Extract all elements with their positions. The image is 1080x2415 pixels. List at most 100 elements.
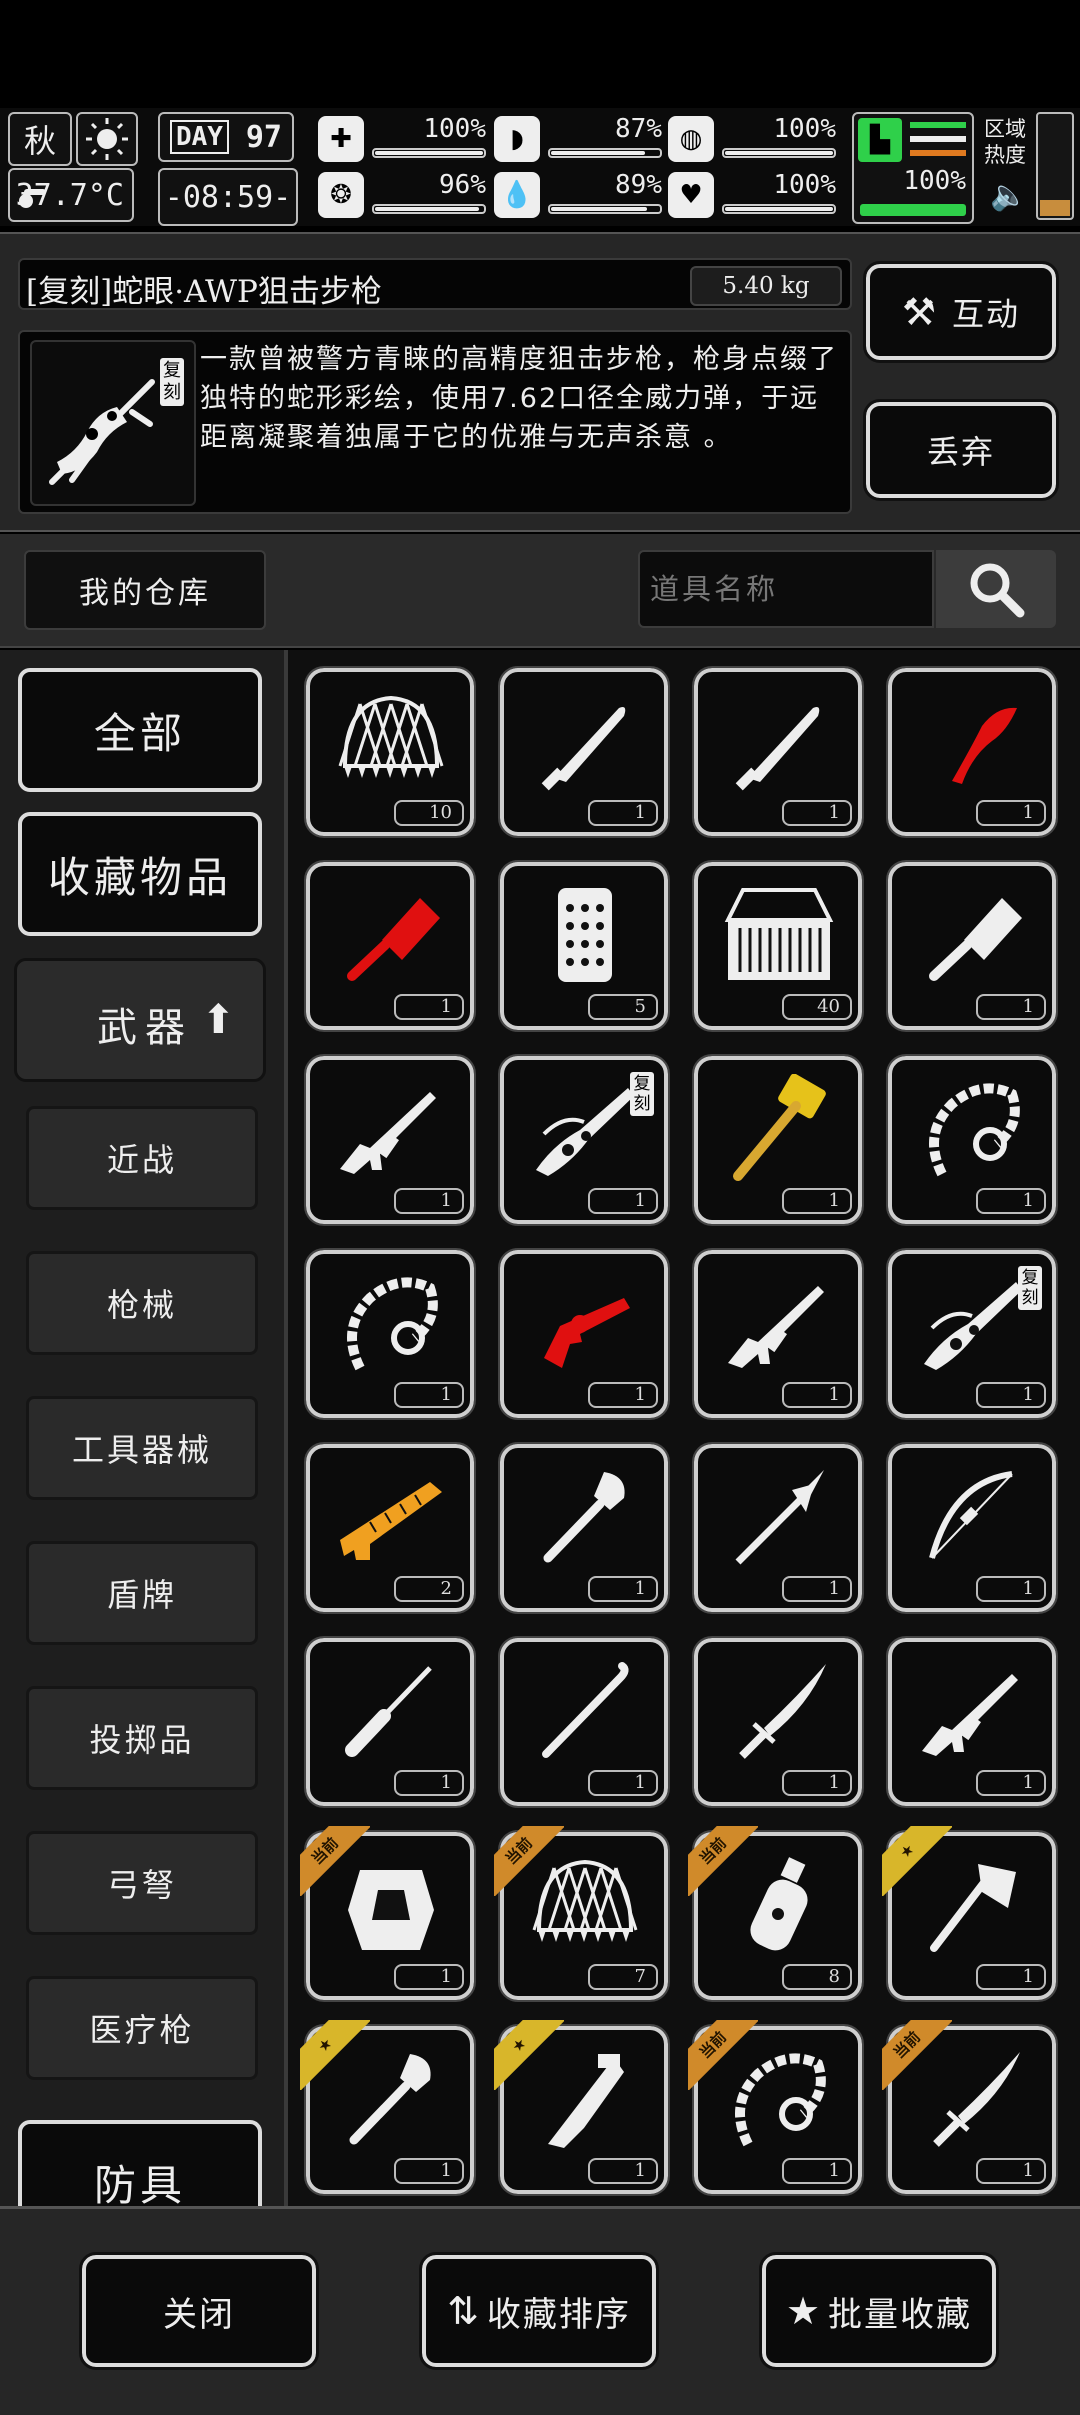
current-tag-text: 当前 xyxy=(882,2020,952,2090)
item-count: 1 xyxy=(976,1964,1046,1990)
inventory-slot[interactable]: 40 xyxy=(688,856,868,1036)
category-weapons-button[interactable]: 武器 ⬆ xyxy=(14,958,266,1082)
inventory-slot[interactable]: 1 复刻 xyxy=(494,1050,674,1230)
inventory-slot[interactable]: 1 xyxy=(494,1632,674,1812)
ammo-crate-icon xyxy=(718,880,840,990)
mood-value: 100% xyxy=(773,170,836,200)
spear-icon xyxy=(718,1462,840,1572)
inventory-slot[interactable]: 1 xyxy=(494,1244,674,1424)
inventory-slot[interactable]: 1 ★ xyxy=(494,2020,674,2200)
inventory-slot[interactable]: 10 xyxy=(300,662,480,842)
inventory-slot[interactable]: 1 ★ xyxy=(300,2020,480,2200)
clock-text: -08:59- xyxy=(164,179,292,215)
inventory-slot[interactable]: 1 xyxy=(300,1050,480,1230)
inventory-slot[interactable]: 1 xyxy=(688,1050,868,1230)
subcategory-melee[interactable]: 近战 xyxy=(26,1106,258,1210)
subcategory-label: 枪械 xyxy=(106,1286,177,1324)
zone-heat-bar xyxy=(1036,112,1074,220)
inventory-slot[interactable]: 1 当前 xyxy=(688,2020,868,2200)
inventory-slot[interactable]: 1 当前 xyxy=(882,2020,1062,2200)
katana-icon xyxy=(718,1656,840,1766)
warehouse-title[interactable]: 我的仓库 xyxy=(24,550,266,630)
inventory-slot[interactable]: 5 xyxy=(494,856,674,1036)
item-count: 1 xyxy=(782,800,852,826)
bottom-action-bar: 关闭 ⇅ 收藏排序 ★ 批量收藏 xyxy=(0,2206,1080,2415)
inventory-slot[interactable]: 1 xyxy=(300,1632,480,1812)
inventory-slot[interactable]: 1 xyxy=(688,1438,868,1618)
inventory-slot[interactable]: 8 当前 xyxy=(688,1826,868,2006)
item-count: 8 xyxy=(782,1964,852,1990)
inventory-slot[interactable]: 1 xyxy=(494,1438,674,1618)
inventory-slot-frame: 1 xyxy=(692,1442,864,1614)
health-bar-fill xyxy=(375,151,483,155)
inventory-slot-frame: 1 xyxy=(304,860,476,1032)
subcategory-medical-guns[interactable]: 医疗枪 xyxy=(26,1976,258,2080)
health-stat: ✚ 100% xyxy=(318,114,486,164)
inventory-slot[interactable]: 7 当前 xyxy=(494,1826,674,2006)
interact-button[interactable]: ⚒ 互动 xyxy=(863,261,1059,363)
current-equipped-tag: 当前 xyxy=(882,2020,952,2090)
inventory-slot[interactable]: 1 ★ xyxy=(882,1826,1062,2006)
inventory-slot-frame: 1 xyxy=(692,1248,864,1420)
mood-bar-fill xyxy=(725,207,833,211)
item-count: 1 xyxy=(782,2158,852,2184)
batch-favorite-label: 批量收藏 xyxy=(828,2294,973,2335)
discard-button[interactable]: 丢弃 xyxy=(863,399,1059,501)
inventory-slot-frame: 1 xyxy=(498,666,670,838)
inventory-slot[interactable]: 1 xyxy=(300,856,480,1036)
oxygen-stat: ◍ 100% xyxy=(668,114,836,164)
subcategory-tools[interactable]: 工具器械 xyxy=(26,1396,258,1500)
inventory-slot[interactable]: 2 xyxy=(300,1438,480,1618)
category-favorites-label: 收藏物品 xyxy=(47,852,232,902)
oxygen-bar-fill xyxy=(725,151,833,155)
item-count: 10 xyxy=(394,800,464,826)
subcategory-label: 弓弩 xyxy=(106,1866,177,1904)
inventory-slot[interactable]: 1 xyxy=(882,1050,1062,1230)
inventory-slot[interactable]: 1 xyxy=(300,1244,480,1424)
stomach-icon: ◗ xyxy=(494,116,540,162)
ak-rifle-icon xyxy=(912,1656,1034,1766)
inventory-slot[interactable]: 1 xyxy=(688,1632,868,1812)
inventory-slot-frame: 1 xyxy=(692,666,864,838)
inventory-slot-frame: 1 xyxy=(692,1636,864,1808)
temperature-readout: 37.7°C xyxy=(8,168,134,222)
category-favorites-button[interactable]: 收藏物品 xyxy=(18,812,262,936)
inventory-slot[interactable]: 1 复刻 xyxy=(882,1244,1062,1424)
batch-favorite-button[interactable]: ★ 批量收藏 xyxy=(759,2252,999,2370)
item-count: 1 xyxy=(782,1576,852,1602)
mood-bar xyxy=(722,204,836,214)
inventory-slot[interactable]: 1 xyxy=(882,856,1062,1036)
inventory-slot[interactable]: 1 xyxy=(882,1438,1062,1618)
warehouse-title-text: 我的仓库 xyxy=(79,576,211,611)
category-armor-button[interactable]: 防具 xyxy=(18,2120,262,2206)
thirst-bar xyxy=(548,204,662,214)
inventory-slot[interactable]: 1 xyxy=(494,662,674,842)
item-count: 1 xyxy=(976,1770,1046,1796)
inventory-slot[interactable]: 1 xyxy=(882,1632,1062,1812)
inventory-slot[interactable]: 1 xyxy=(882,662,1062,842)
inventory-slot[interactable]: 1 xyxy=(688,662,868,842)
search-button[interactable] xyxy=(936,550,1056,628)
inventory-slot-frame: 1 xyxy=(498,1442,670,1614)
subcategory-throwables[interactable]: 投掷品 xyxy=(26,1686,258,1790)
inventory-slot[interactable]: 1 当前 xyxy=(300,1826,480,2006)
machete-icon xyxy=(524,686,646,796)
subcategory-bows[interactable]: 弓弩 xyxy=(26,1831,258,1935)
net-icon xyxy=(330,686,452,796)
favorite-star-tag: ★ xyxy=(494,2020,564,2090)
subcategory-firearms[interactable]: 枪械 xyxy=(26,1251,258,1355)
favorite-sort-button[interactable]: ⇅ 收藏排序 xyxy=(419,2252,659,2370)
item-grid: 10 1 1 1 1 5 40 1 1 1 复刻 1 1 1 1 1 1 复刻 … xyxy=(288,650,1080,2206)
stars-icon: ★ xyxy=(785,2289,823,2333)
item-count: 1 xyxy=(394,994,464,1020)
search-input[interactable] xyxy=(638,550,934,628)
category-all-button[interactable]: 全部 xyxy=(18,668,262,792)
replica-tag: 复刻 xyxy=(1018,1266,1042,1310)
item-count: 1 xyxy=(588,1188,658,1214)
inventory-slot[interactable]: 1 xyxy=(688,1244,868,1424)
speaker-icon[interactable]: 🔈 xyxy=(990,178,1030,218)
close-button[interactable]: 关闭 xyxy=(79,2252,319,2370)
item-count: 40 xyxy=(782,994,852,1020)
subcategory-shields[interactable]: 盾牌 xyxy=(26,1541,258,1645)
discard-label: 丢弃 xyxy=(926,433,995,471)
